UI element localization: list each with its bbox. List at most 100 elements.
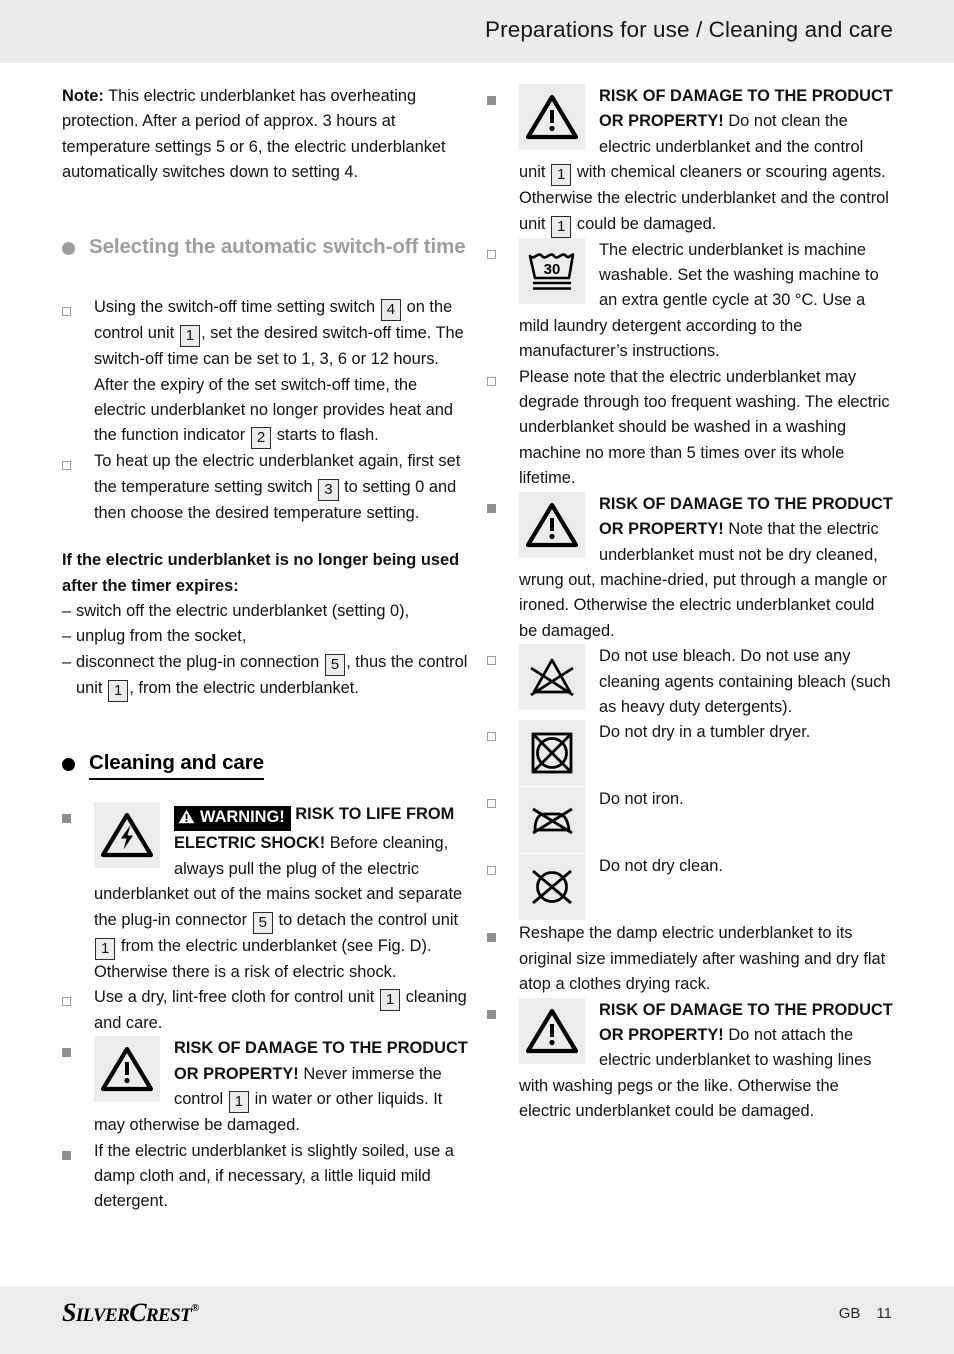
no-tumble-dry-body: Do not dry in a tumbler dryer.	[519, 720, 894, 787]
machine-wash-30-icon: 30	[528, 252, 575, 290]
section-heading-switch-off-time: Selecting the automatic switch-off time	[62, 234, 469, 260]
bullet-dot-icon	[62, 757, 75, 771]
reference-number-box: 1	[179, 325, 201, 348]
no-iron-symbol-box	[519, 787, 585, 854]
list-item-drycleaned-warning: RISK OF DAMAGE TO THE PRODUCT OR PROPERT…	[487, 491, 894, 644]
attention-symbol-box	[519, 997, 585, 1064]
logo-ilver: ILVER	[75, 1305, 130, 1326]
hollow-square-bullet-icon	[62, 996, 71, 1006]
hollow-square-bullet-icon	[487, 656, 496, 666]
no-dry-clean-symbol-box	[519, 854, 585, 921]
section-title-cleaning-and-care: Cleaning and care	[89, 750, 264, 781]
list-item: To heat up the electric underblanket aga…	[62, 449, 469, 526]
hollow-square-bullet-icon	[62, 307, 71, 317]
solid-square-bullet-icon	[487, 96, 496, 105]
no-dry-clean-text: Do not dry clean.	[599, 857, 723, 876]
dash-list-item: – disconnect the plug-in connection 5, t…	[62, 650, 469, 702]
dash-marker: –	[62, 601, 72, 620]
list-item-no-iron: Do not iron.	[487, 787, 894, 854]
machine-wash-body: 30 The electric underblanket is machine …	[519, 237, 894, 365]
hollow-square-bullet-icon	[487, 376, 496, 386]
list-item-text: To heat up the electric underblanket aga…	[94, 449, 469, 526]
list-item: Reshape the damp electric underblanket t…	[487, 921, 894, 997]
reference-number-box: 1	[550, 164, 572, 187]
list-item: Use a dry, lint-free cloth for control u…	[62, 985, 469, 1036]
list-marker	[62, 1139, 94, 1165]
list-marker	[487, 365, 519, 391]
right-column: RISK OF DAMAGE TO THE PRODUCT OR PROPERT…	[487, 84, 894, 1125]
reference-number-box: 1	[107, 679, 129, 702]
page-number-area: GB 11	[839, 1305, 892, 1322]
wash-tub-symbol-box: 30	[519, 237, 585, 304]
reference-number-box: 5	[252, 911, 273, 934]
warning-body: WARNING! RISK TO LIFE FROM ELECTRIC SHOC…	[94, 802, 469, 985]
logo-c: C	[129, 1298, 146, 1327]
logo-s: S	[62, 1298, 76, 1327]
list-item: If the electric underblanket is slightly…	[62, 1139, 469, 1215]
attention-symbol-box	[519, 491, 585, 558]
no-tumble-dry-text: Do not dry in a tumbler dryer.	[599, 723, 811, 742]
list-marker	[487, 644, 519, 670]
page-title: Preparations for use / Cleaning and care	[485, 17, 893, 42]
reference-number-box: 4	[380, 299, 402, 322]
list-item-immerse-warning: RISK OF DAMAGE TO THE PRODUCT OR PROPERT…	[62, 1036, 469, 1138]
silvercrest-logo: SILVERCREST®	[62, 1298, 199, 1328]
solid-square-bullet-icon	[487, 933, 496, 943]
dash-list-item: – unplug from the socket,	[62, 624, 469, 649]
list-item-shock-warning: WARNING! RISK TO LIFE FROM ELECTRIC SHOC…	[62, 802, 469, 985]
no-iron-body: Do not iron.	[519, 787, 894, 854]
no-tumble-dry-symbol-box	[519, 720, 585, 787]
list-marker	[62, 985, 94, 1011]
reference-number-box: 5	[324, 653, 346, 676]
dash-item-text: disconnect the plug-in connection 5, thu…	[76, 650, 469, 702]
reference-number-box: 1	[550, 215, 572, 238]
attention-triangle-icon	[526, 502, 578, 547]
hollow-square-bullet-icon	[487, 866, 496, 876]
attention-triangle-icon	[101, 1047, 153, 1092]
reference-number-box: 1	[228, 1091, 250, 1114]
note-label: Note:	[62, 87, 104, 105]
list-marker	[487, 998, 519, 1024]
list-item-text: Use a dry, lint-free cloth for control u…	[94, 985, 469, 1036]
list-item-machine-wash: 30 The electric underblanket is machine …	[487, 237, 894, 365]
dash-list-item: – switch off the electric underblanket (…	[62, 599, 469, 624]
text-fragment: disconnect the plug-in connection	[76, 652, 324, 671]
solid-square-bullet-icon	[62, 1048, 71, 1058]
hollow-square-bullet-icon	[487, 799, 496, 809]
list-marker	[487, 492, 519, 518]
warning-badge: WARNING!	[174, 806, 291, 832]
do-not-tumble-dry-icon	[531, 732, 573, 774]
attention-triangle-icon	[526, 1008, 578, 1053]
section-heading-cleaning-and-care: Cleaning and care	[62, 750, 469, 781]
list-item: Please note that the electric underblank…	[487, 365, 894, 492]
electric-shock-triangle-icon	[101, 813, 153, 858]
reference-number-box: 3	[318, 478, 339, 501]
list-marker	[487, 238, 519, 264]
list-item-chemical-warning: RISK OF DAMAGE TO THE PRODUCT OR PROPERT…	[487, 84, 894, 238]
list-marker	[62, 449, 94, 475]
warning-triangle-icon	[178, 809, 195, 829]
list-marker	[62, 295, 94, 321]
text-fragment: could be damaged.	[572, 214, 717, 233]
list-item-no-tumble-dry: Do not dry in a tumbler dryer.	[487, 720, 894, 787]
list-item-text: Reshape the damp electric underblanket t…	[519, 924, 886, 994]
no-bleach-body: Do not use bleach. Do not use any cleani…	[519, 644, 894, 720]
no-bleach-text: Do not use bleach. Do not use any cleani…	[599, 647, 891, 716]
attention-symbol-box	[519, 84, 585, 150]
registered-trademark-icon: ®	[191, 1302, 199, 1314]
list-item-pegs-warning: RISK OF DAMAGE TO THE PRODUCT OR PROPERT…	[487, 997, 894, 1125]
dash-item-text: switch off the electric underblanket (se…	[76, 601, 410, 620]
list-marker	[487, 720, 519, 746]
svg-text:30: 30	[544, 261, 561, 278]
text-fragment: , from the electric underblanket.	[129, 678, 359, 697]
warning-badge-label: WARNING!	[200, 808, 285, 827]
text-fragment: starts to flash.	[272, 426, 379, 445]
solid-square-bullet-icon	[62, 1150, 71, 1160]
list-marker	[487, 84, 519, 110]
list-marker	[487, 854, 519, 880]
note-paragraph: Note: This electric underblanket has ove…	[62, 84, 469, 186]
solid-square-bullet-icon	[62, 814, 71, 824]
list-item-text: If the electric underblanket is slightly…	[94, 1141, 454, 1211]
text-fragment: Use a dry, lint-free cloth for control u…	[94, 987, 379, 1006]
no-dry-clean-body: Do not dry clean.	[519, 854, 894, 921]
